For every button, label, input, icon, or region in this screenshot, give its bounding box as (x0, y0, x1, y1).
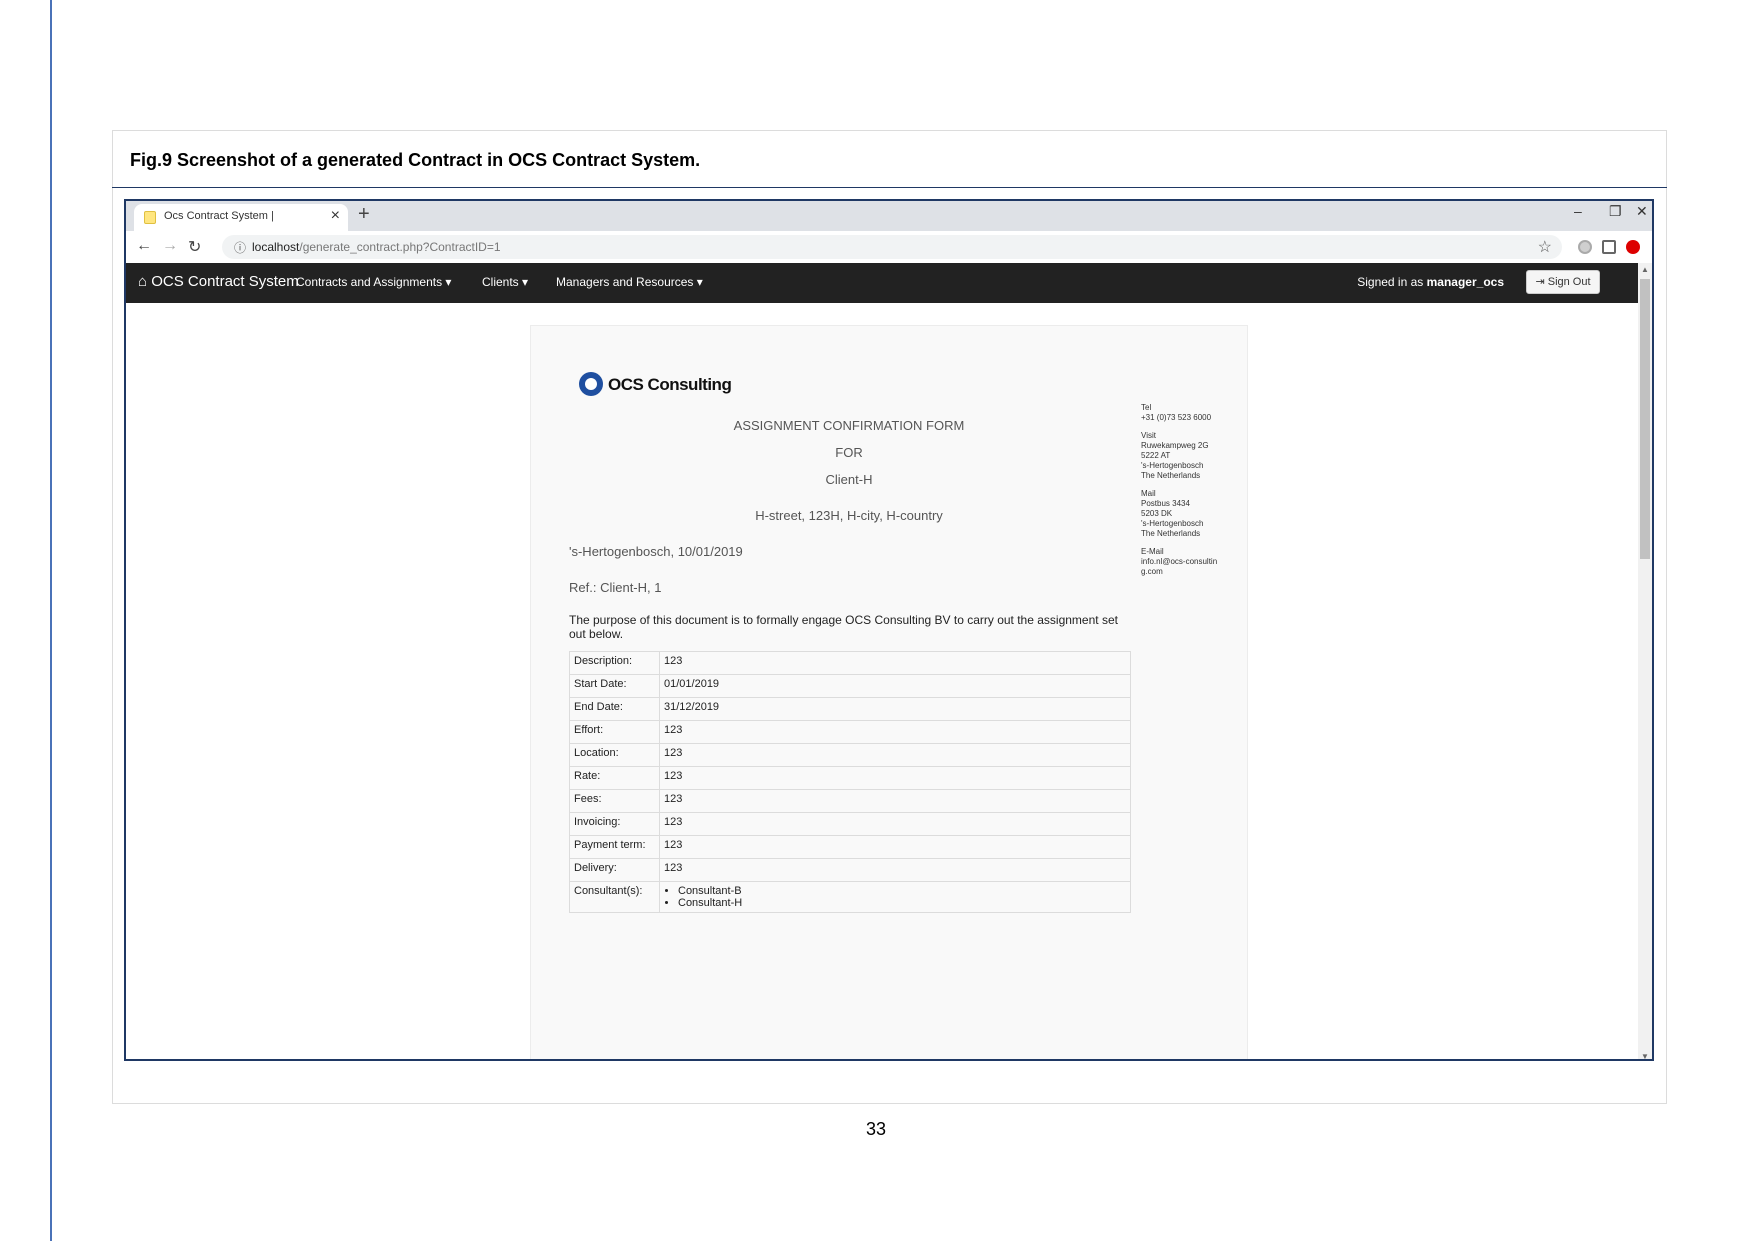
tel-label: Tel (1141, 403, 1152, 412)
row-key: Start Date: (569, 674, 660, 698)
menu-contracts[interactable]: Contracts and Assignments ▾ (296, 275, 451, 289)
row-value: 123 (659, 766, 1131, 790)
consultant-item: Consultant-H (678, 897, 1126, 909)
figure-caption: Fig.9 Screenshot of a generated Contract… (130, 150, 701, 170)
contract-document: OCS Consulting Tel +31 (0)73 523 6000 Vi… (530, 325, 1248, 1059)
row-key: Payment term: (569, 835, 660, 859)
row-key: Delivery: (569, 858, 660, 882)
caption-divider (112, 187, 1667, 188)
row-key: Location: (569, 743, 660, 767)
table-row: Description: 123 (569, 651, 1131, 675)
logo-icon (579, 372, 603, 396)
sign-out-button[interactable]: ⇥ Sign Out (1526, 270, 1600, 294)
email-value: info.nl@ocs-consulting.com (1141, 557, 1218, 576)
url-input[interactable]: ⓘ localhost/generate_contract.php?Contra… (222, 235, 1562, 259)
row-key: End Date: (569, 697, 660, 721)
client-name: Client-H (825, 472, 873, 487)
table-row: Effort: 123 (569, 720, 1131, 744)
row-key: Rate: (569, 766, 660, 790)
address-bar: ← → ↻ ⓘ localhost/generate_contract.php?… (126, 231, 1652, 263)
row-key: Effort: (569, 720, 660, 744)
row-value: 123 (659, 743, 1131, 767)
minimize-button[interactable]: – (1574, 203, 1582, 219)
table-row: Delivery: 123 (569, 858, 1131, 882)
signed-in-status: Signed in as manager_ocs (1357, 275, 1504, 289)
page-content: OCS Consulting Tel +31 (0)73 523 6000 Vi… (126, 303, 1640, 1059)
restore-button[interactable]: ❐ (1609, 203, 1622, 220)
page-scrollbar[interactable]: ▲ ▼ (1638, 263, 1652, 1059)
left-margin-rule (50, 0, 52, 1241)
tab-title: Ocs Contract System | (164, 210, 274, 222)
email-label: E-Mail (1141, 547, 1164, 556)
tab-close-icon[interactable]: × (331, 207, 340, 225)
extension-icon[interactable] (1578, 240, 1592, 254)
menu-clients[interactable]: Clients ▾ (482, 275, 528, 289)
reload-icon[interactable]: ↻ (188, 237, 201, 257)
row-value: 01/01/2019 (659, 674, 1131, 698)
row-key: Consultant(s): (569, 881, 660, 913)
star-icon[interactable]: ☆ (1538, 237, 1552, 257)
table-row: Location: 123 (569, 743, 1131, 767)
back-icon[interactable]: ← (136, 237, 152, 255)
page-number: 33 (866, 1119, 887, 1139)
logo-text: OCS Consulting (608, 375, 732, 394)
favicon-icon (144, 211, 156, 224)
row-key: Fees: (569, 789, 660, 813)
client-address: H-street, 123H, H-city, H-country (755, 508, 943, 523)
menu-managers[interactable]: Managers and Resources ▾ (556, 275, 703, 289)
row-value: 31/12/2019 (659, 697, 1131, 721)
username: manager_ocs (1426, 275, 1504, 289)
table-row: Fees: 123 (569, 789, 1131, 813)
visit-line: 's-Hertogenbosch (1141, 461, 1204, 470)
app-navbar: ⌂ OCS Contract System Contracts and Assi… (126, 263, 1640, 303)
place-date: 's-Hertogenbosch, 10/01/2019 (569, 544, 743, 559)
table-row: End Date: 31/12/2019 (569, 697, 1131, 721)
report-page: Fig.9 Screenshot of a generated Contract… (0, 0, 1755, 1241)
mail-line: The Netherlands (1141, 529, 1201, 538)
purpose-text: The purpose of this document is to forma… (569, 613, 1118, 641)
table-row: Start Date: 01/01/2019 (569, 674, 1131, 698)
row-key: Invoicing: (569, 812, 660, 836)
row-key: Description: (569, 651, 660, 675)
browser-tab[interactable]: Ocs Contract System | × (134, 204, 348, 231)
row-value: 123 (659, 651, 1131, 675)
table-row: Payment term: 123 (569, 835, 1131, 859)
url-text: localhost/generate_contract.php?Contract… (252, 240, 501, 254)
consultant-list: Consultant-BConsultant-H (664, 885, 1126, 909)
row-value: 123 (659, 789, 1131, 813)
print-icon[interactable] (1602, 240, 1616, 254)
assignment-table: Description: 123 Start Date: 01/01/2019 End … (569, 651, 1131, 913)
table-row: Invoicing: 123 (569, 812, 1131, 836)
close-window-button[interactable]: ✕ (1636, 203, 1648, 220)
scroll-up-icon[interactable]: ▲ (1641, 265, 1649, 274)
brand-link[interactable]: ⌂ OCS Contract System (138, 273, 299, 290)
sign-out-icon: ⇥ (1535, 276, 1545, 288)
row-value: 123 (659, 812, 1131, 836)
adblock-icon[interactable] (1626, 240, 1640, 254)
info-icon[interactable]: ⓘ (234, 239, 246, 256)
scroll-down-icon[interactable]: ▼ (1641, 1052, 1649, 1059)
row-value: 123 (659, 720, 1131, 744)
table-row: Rate: 123 (569, 766, 1131, 790)
for-label: FOR (835, 445, 863, 460)
forward-icon[interactable]: → (162, 237, 178, 255)
form-heading: ASSIGNMENT CONFIRMATION FORM (733, 418, 965, 433)
table-row: Consultant(s):Consultant-BConsultant-H (569, 881, 1131, 913)
consultant-list-cell: Consultant-BConsultant-H (659, 881, 1131, 913)
scroll-thumb[interactable] (1640, 279, 1650, 559)
mail-label: Mail (1141, 489, 1156, 498)
row-value: 123 (659, 858, 1131, 882)
home-icon: ⌂ (138, 273, 148, 290)
row-value: 123 (659, 835, 1131, 859)
consultant-item: Consultant-B (678, 885, 1126, 897)
tab-bar: Ocs Contract System | × + – ❐ ✕ (126, 201, 1652, 231)
new-tab-button[interactable]: + (358, 203, 370, 226)
browser-window: Ocs Contract System | × + – ❐ ✕ ← → ↻ ⓘ … (124, 199, 1654, 1061)
reference: Ref.: Client-H, 1 (569, 580, 662, 595)
